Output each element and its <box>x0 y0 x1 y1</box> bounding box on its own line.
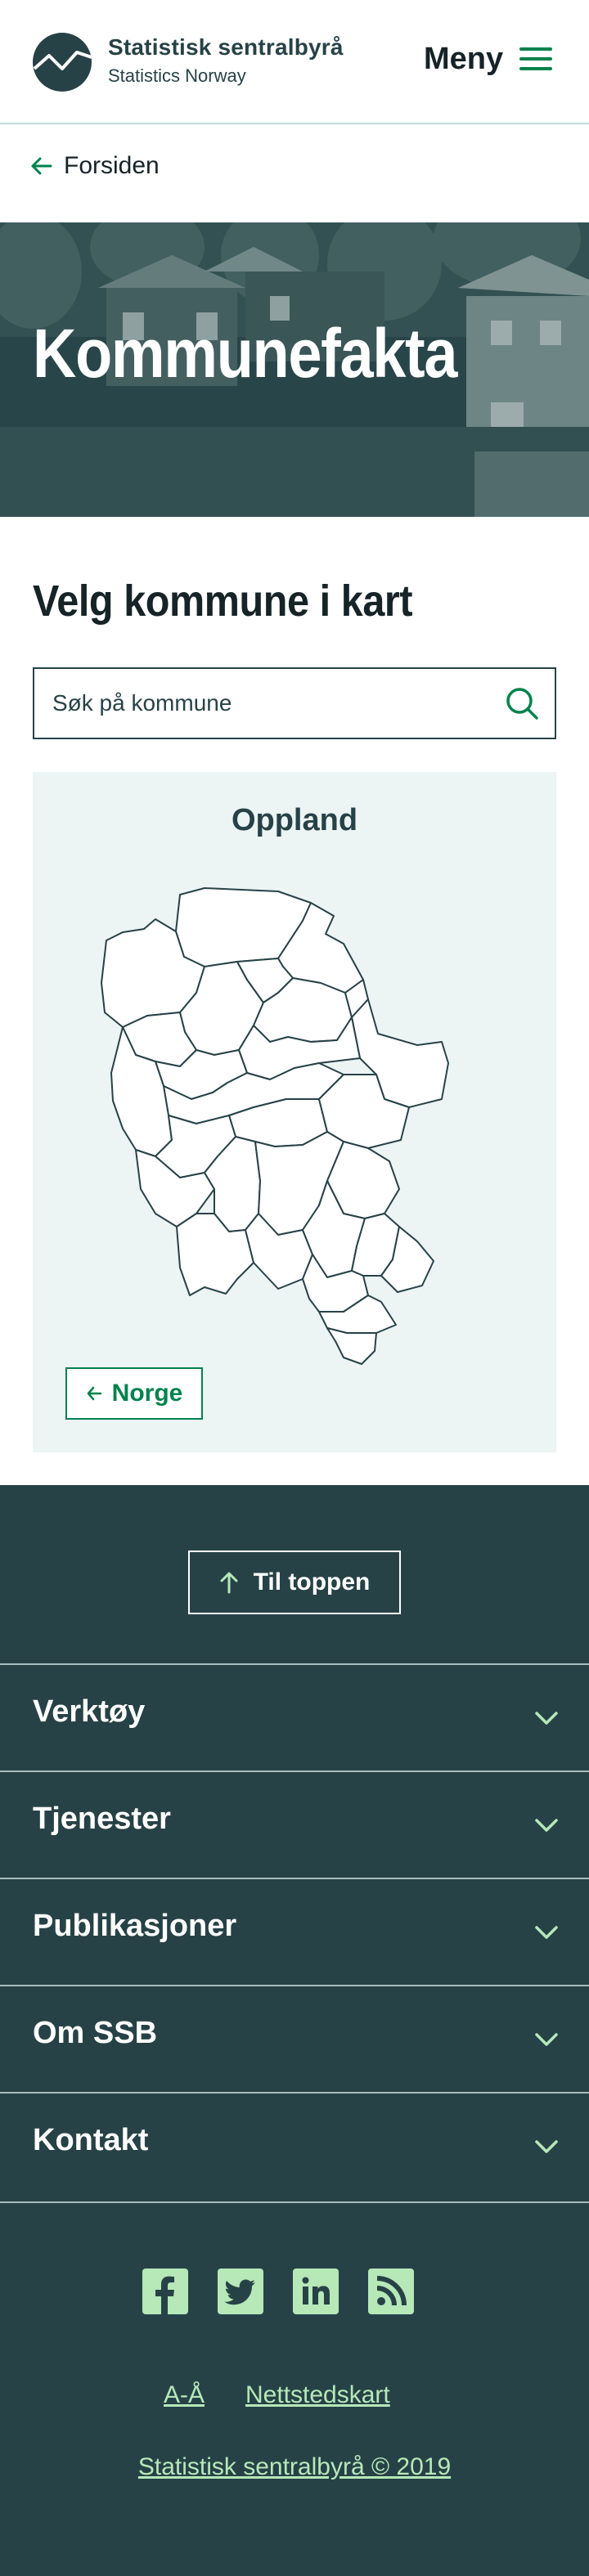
municipality-region[interactable] <box>326 1327 377 1365</box>
footer-accordion-om-ssb[interactable]: Om SSB <box>0 1985 589 2092</box>
site-header: Statistisk sentralbyrå Statistics Norway… <box>0 0 589 124</box>
county-map <box>101 887 449 1365</box>
site-footer: Til toppen Verktøy Tjenester Publikasjon… <box>0 1485 589 2576</box>
facebook-icon <box>155 2276 174 2314</box>
arrow-left-icon <box>87 1386 101 1401</box>
search-input[interactable] <box>52 669 494 738</box>
menu-label: Meny <box>424 41 504 76</box>
breadcrumb-home-link[interactable]: Forsiden <box>29 152 160 180</box>
accordion-label: Verktøy <box>33 1694 146 1729</box>
rss-link[interactable] <box>368 2269 414 2314</box>
linkedin-link[interactable] <box>293 2269 339 2314</box>
accordion-label: Publikasjoner <box>33 1909 237 1943</box>
twitter-link[interactable] <box>218 2269 263 2314</box>
arrow-left-icon <box>31 157 52 175</box>
footer-accordion-verktoy[interactable]: Verktøy <box>0 1663 589 1770</box>
brand-name[interactable]: Statistisk sentralbyrå <box>108 34 344 61</box>
footer-accordion-tjenester[interactable]: Tjenester <box>0 1770 589 1878</box>
linkedin-icon <box>302 2277 330 2304</box>
hero-banner: Kommunefakta <box>0 222 589 517</box>
map-panel: Oppland Norge <box>33 772 556 1452</box>
footer-link-a-aa[interactable]: A-Å <box>164 2381 205 2409</box>
hamburger-icon <box>519 46 553 72</box>
divider <box>0 2201 589 2203</box>
search-icon[interactable] <box>504 685 540 721</box>
twitter-icon <box>224 2279 255 2305</box>
arrow-up-icon <box>220 1572 238 1594</box>
brand-subtitle[interactable]: Statistics Norway <box>108 65 246 87</box>
ssb-logo-icon[interactable] <box>33 33 92 92</box>
to-top-label: Til toppen <box>253 1568 371 1595</box>
back-button-label: Norge <box>111 1380 183 1407</box>
accordion-label: Kontakt <box>33 2123 149 2157</box>
chevron-down-icon <box>535 2140 558 2153</box>
accordion-label: Tjenester <box>33 1802 171 1836</box>
accordion-label: Om SSB <box>33 2016 158 2050</box>
section-title: Velg kommune i kart <box>33 577 413 626</box>
chevron-down-icon <box>535 1712 558 1725</box>
chevron-down-icon <box>535 1819 558 1832</box>
rss-icon <box>376 2276 407 2306</box>
back-to-norway-button[interactable]: Norge <box>65 1367 203 1420</box>
to-top-button[interactable]: Til toppen <box>188 1551 401 1614</box>
chevron-down-icon <box>535 1926 558 1939</box>
chevron-down-icon <box>535 2033 558 2046</box>
municipality-search <box>33 667 556 739</box>
menu-button[interactable]: Meny <box>424 36 553 82</box>
hero-title: Kommunefakta <box>33 315 457 392</box>
footer-link-sitemap[interactable]: Nettstedskart <box>245 2381 390 2409</box>
breadcrumb-label: Forsiden <box>64 152 160 179</box>
footer-accordion-kontakt[interactable]: Kontakt <box>0 2092 589 2199</box>
facebook-link[interactable] <box>142 2269 188 2314</box>
copyright-link[interactable]: Statistisk sentralbyrå © 2019 <box>0 2453 589 2481</box>
footer-accordion-publikasjoner[interactable]: Publikasjoner <box>0 1878 589 1985</box>
